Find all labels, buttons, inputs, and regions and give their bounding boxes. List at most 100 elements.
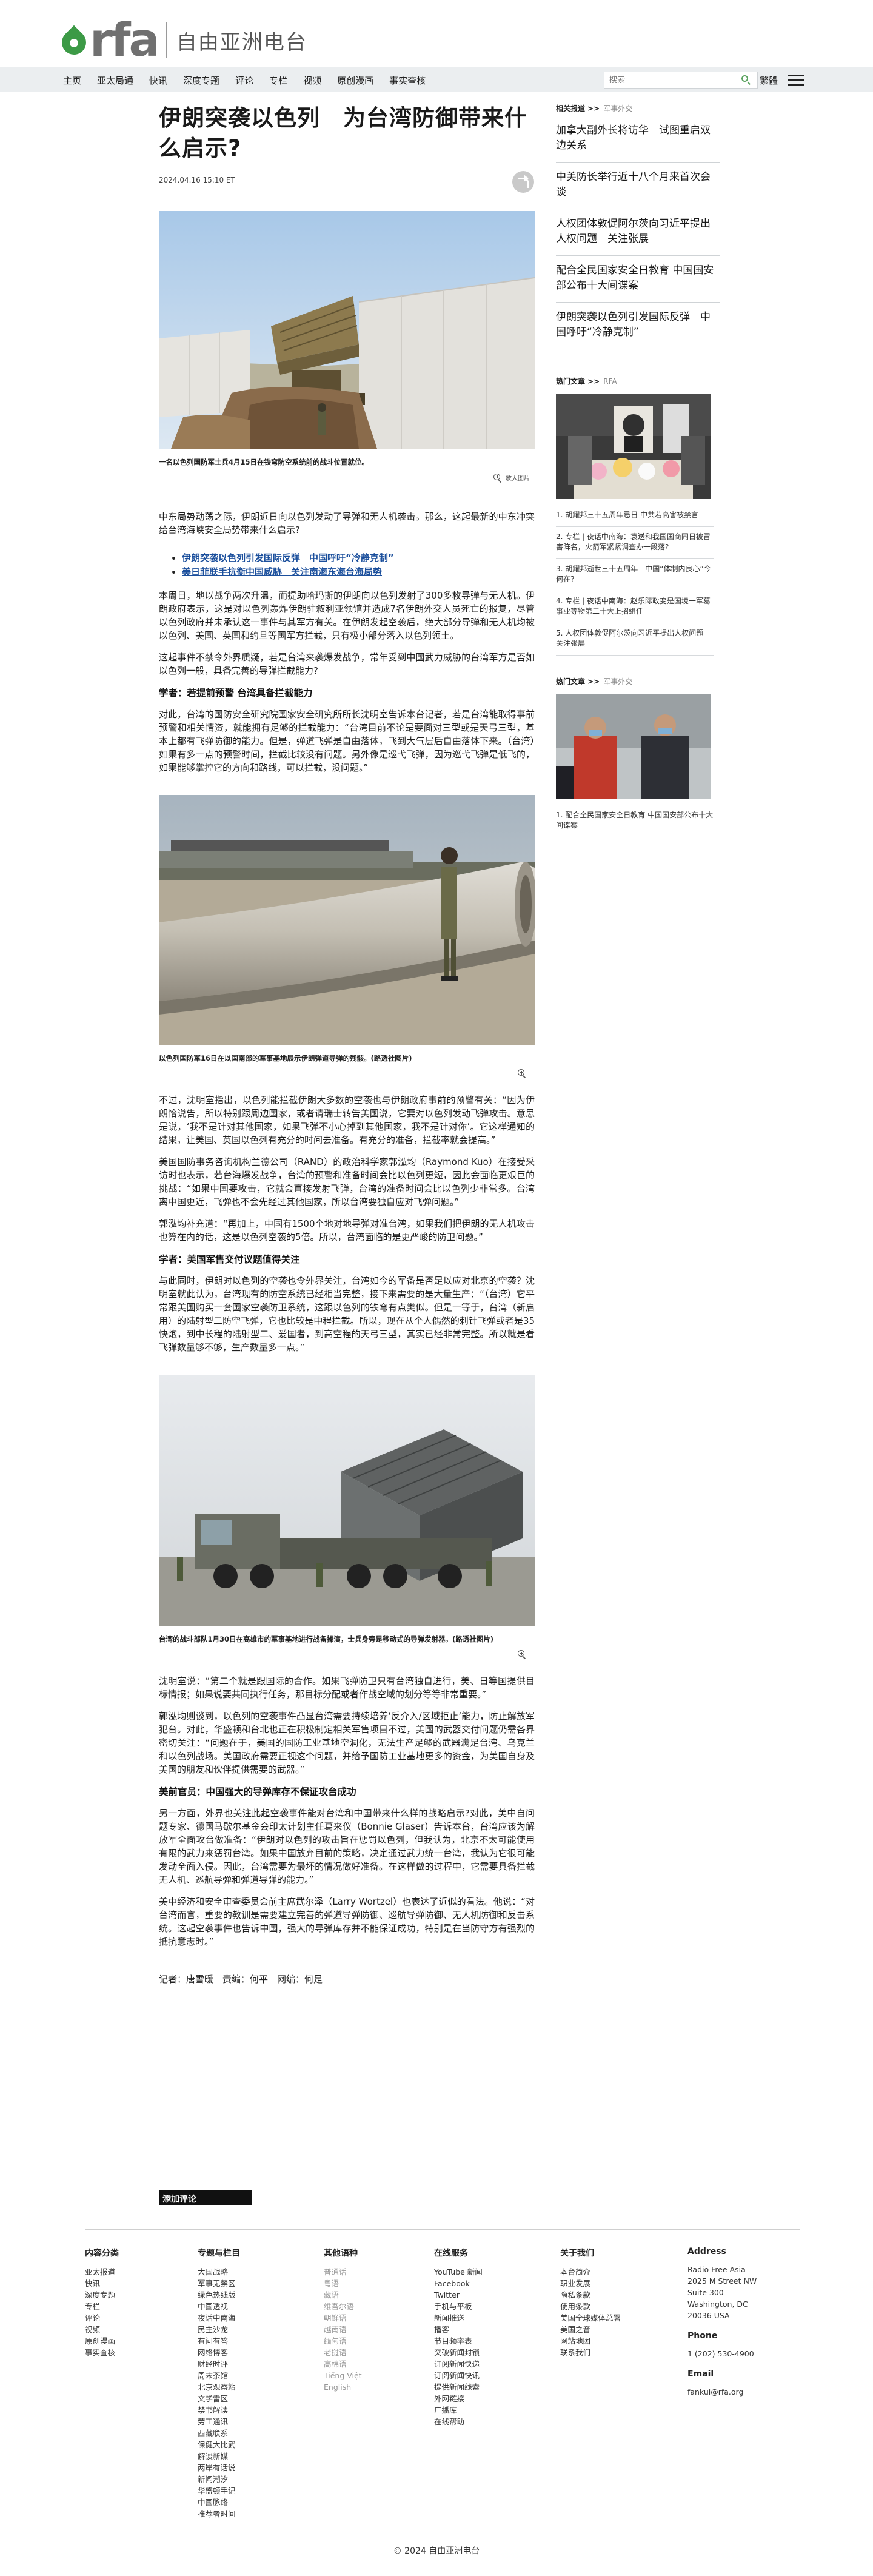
- footer-link[interactable]: 解谈新媒: [198, 2450, 240, 2462]
- footer-link[interactable]: 高棉语: [324, 2358, 362, 2370]
- photo-missile-launcher[interactable]: [159, 1375, 535, 1626]
- footer-link[interactable]: 有问有答: [198, 2335, 240, 2347]
- zoom-icon[interactable]: [518, 1650, 526, 1659]
- footer-link[interactable]: 本台简介: [560, 2266, 621, 2278]
- hot-article-link[interactable]: 3. 胡耀邦逝世三十五周年 中国“体制内良心”今何在?: [556, 559, 714, 591]
- search-input[interactable]: [604, 72, 738, 88]
- zoom-control[interactable]: [159, 1650, 535, 1659]
- email-address[interactable]: fankui@rfa.org: [687, 2386, 757, 2398]
- footer-link[interactable]: 中国透视: [198, 2301, 240, 2312]
- footer-link[interactable]: 新闻推送: [434, 2312, 483, 2324]
- footer-link[interactable]: 职业发展: [560, 2278, 621, 2289]
- language-switch[interactable]: 繁體: [760, 74, 778, 87]
- hot-article-link[interactable]: 4. 专栏 | 夜话中南海：赵乐际政变是国境一军葛事业等物第二十大上招组任: [556, 591, 714, 623]
- footer-link[interactable]: 评论: [85, 2312, 119, 2324]
- phone-number[interactable]: 1 (202) 530-4900: [687, 2348, 757, 2360]
- hot-article-link[interactable]: 1. 配合全民国家安全日教育 中国国安部公布十大间谍案: [556, 805, 714, 837]
- hamburger-menu-icon[interactable]: [788, 75, 804, 86]
- footer-link[interactable]: 隐私条款: [560, 2289, 621, 2301]
- footer-link[interactable]: 军事无禁区: [198, 2278, 240, 2289]
- zoom-icon[interactable]: [493, 473, 502, 483]
- nav-item[interactable]: 深度专题: [183, 74, 219, 87]
- footer-link[interactable]: 保健大比武: [198, 2439, 240, 2450]
- hot-article-link[interactable]: 1. 胡耀邦三十五周年忌日 中共若高害被禁言: [556, 505, 714, 527]
- footer-link[interactable]: 网络博客: [198, 2347, 240, 2358]
- footer-link[interactable]: 藏语: [324, 2289, 362, 2301]
- footer-link[interactable]: 网站地图: [560, 2335, 621, 2347]
- footer-link[interactable]: 使用条款: [560, 2301, 621, 2312]
- footer-link[interactable]: 播客: [434, 2324, 483, 2335]
- footer-link[interactable]: 视频: [85, 2324, 119, 2335]
- footer-link[interactable]: 亚太报道: [85, 2266, 119, 2278]
- nav-item[interactable]: 亚太局通: [97, 74, 133, 87]
- footer-link[interactable]: Facebook: [434, 2278, 483, 2289]
- add-comment-button[interactable]: 添加评论: [159, 2190, 252, 2205]
- footer-link[interactable]: 提供新闻线索: [434, 2381, 483, 2393]
- footer-link[interactable]: 手机与平板: [434, 2301, 483, 2312]
- footer-link[interactable]: 粤语: [324, 2278, 362, 2289]
- photo-iron-dome[interactable]: [159, 211, 535, 449]
- footer-link[interactable]: 财经时评: [198, 2358, 240, 2370]
- related-link[interactable]: 美日菲联手抗衡中国威胁 关注南海东海台海局势: [182, 566, 382, 577]
- footer-link[interactable]: 广播库: [434, 2404, 483, 2416]
- footer-link[interactable]: 北京观察站: [198, 2381, 240, 2393]
- nav-item[interactable]: 快讯: [149, 74, 167, 87]
- footer-link[interactable]: 快讯: [85, 2278, 119, 2289]
- footer-link[interactable]: 外网链接: [434, 2393, 483, 2404]
- footer-link[interactable]: 西藏联系: [198, 2427, 240, 2439]
- zoom-control[interactable]: [159, 1069, 535, 1078]
- footer-link[interactable]: 越南语: [324, 2324, 362, 2335]
- footer-link[interactable]: 专栏: [85, 2301, 119, 2312]
- footer-link[interactable]: 华盛顿手记: [198, 2485, 240, 2497]
- site-logo[interactable]: rfa 自由亚洲电台: [56, 17, 307, 63]
- footer-link[interactable]: 联系我们: [560, 2347, 621, 2358]
- footer-link[interactable]: Twitter: [434, 2289, 483, 2301]
- footer-link[interactable]: 普通话: [324, 2266, 362, 2278]
- search-icon[interactable]: [741, 75, 751, 85]
- search-box[interactable]: [604, 72, 758, 89]
- footer-link[interactable]: 原创漫画: [85, 2335, 119, 2347]
- footer-link[interactable]: 中国脉络: [198, 2497, 240, 2508]
- related-report-link[interactable]: 人权团体敦促阿尔茨向习近平提出人权问题 关注张展: [556, 209, 720, 256]
- nav-item[interactable]: 视频: [303, 74, 321, 87]
- footer-link[interactable]: 维吾尔语: [324, 2301, 362, 2312]
- related-link[interactable]: 伊朗突袭以色列引发国际反弹 中国呼吁“冷静克制”: [182, 552, 394, 563]
- hot-article-link[interactable]: 2. 专栏 | 夜话中南海：袁送和我国国商同日被冒害阵名，火箭军紧紧调查办一段落…: [556, 527, 714, 559]
- footer-link[interactable]: 突破新闻封锁: [434, 2347, 483, 2358]
- footer-link[interactable]: 文学雷区: [198, 2393, 240, 2404]
- share-icon[interactable]: [512, 171, 534, 193]
- related-report-link[interactable]: 加拿大副外长将访华 试图重启双边关系: [556, 119, 720, 163]
- footer-link[interactable]: 推荐者时间: [198, 2508, 240, 2520]
- nav-item[interactable]: 主页: [63, 74, 81, 87]
- footer-link[interactable]: 周末茶馆: [198, 2370, 240, 2381]
- footer-link[interactable]: 深度专题: [85, 2289, 119, 2301]
- footer-link[interactable]: 绿色热线版: [198, 2289, 240, 2301]
- footer-link[interactable]: 新闻潮汐: [198, 2474, 240, 2485]
- footer-link[interactable]: 节目频率表: [434, 2335, 483, 2347]
- nav-item[interactable]: 评论: [235, 74, 253, 87]
- footer-link[interactable]: Tiếng Việt: [324, 2370, 362, 2381]
- footer-link[interactable]: 朝鲜语: [324, 2312, 362, 2324]
- related-report-link[interactable]: 配合全民国家安全日教育 中国国安部公布十大间谍案: [556, 256, 720, 303]
- footer-link[interactable]: 事实查核: [85, 2347, 119, 2358]
- related-report-link[interactable]: 中美防长举行近十八个月来首次会谈: [556, 163, 720, 209]
- footer-link[interactable]: 夜话中南海: [198, 2312, 240, 2324]
- hot-articles-heading[interactable]: 热门文章 >> 军事外交: [556, 676, 720, 686]
- footer-link[interactable]: 订阅新闻快递: [434, 2358, 483, 2370]
- footer-link[interactable]: 大国战略: [198, 2266, 240, 2278]
- hot-article-image[interactable]: [556, 694, 711, 799]
- related-reports-heading[interactable]: 相关报道 >> 军事外交: [556, 103, 720, 113]
- hot-article-image[interactable]: [556, 394, 711, 499]
- footer-link[interactable]: YouTube 新闻: [434, 2266, 483, 2278]
- footer-link[interactable]: 禁书解读: [198, 2404, 240, 2416]
- footer-link[interactable]: English: [324, 2381, 362, 2393]
- nav-item[interactable]: 原创漫画: [337, 74, 373, 87]
- related-report-link[interactable]: 伊朗突袭以色列引发国际反弹 中国呼吁“冷静克制”: [556, 303, 720, 349]
- zoom-label[interactable]: 放大图片: [506, 473, 530, 482]
- zoom-control[interactable]: 放大图片: [159, 473, 535, 483]
- footer-link[interactable]: 订阅新闻快讯: [434, 2370, 483, 2381]
- footer-link[interactable]: 老挝语: [324, 2347, 362, 2358]
- hot-article-link[interactable]: 5. 人权团体敦促阿尔茨向习近平提出人权问题 关注张展: [556, 623, 714, 656]
- footer-link[interactable]: 两岸有话说: [198, 2462, 240, 2474]
- footer-link[interactable]: 劳工通讯: [198, 2416, 240, 2427]
